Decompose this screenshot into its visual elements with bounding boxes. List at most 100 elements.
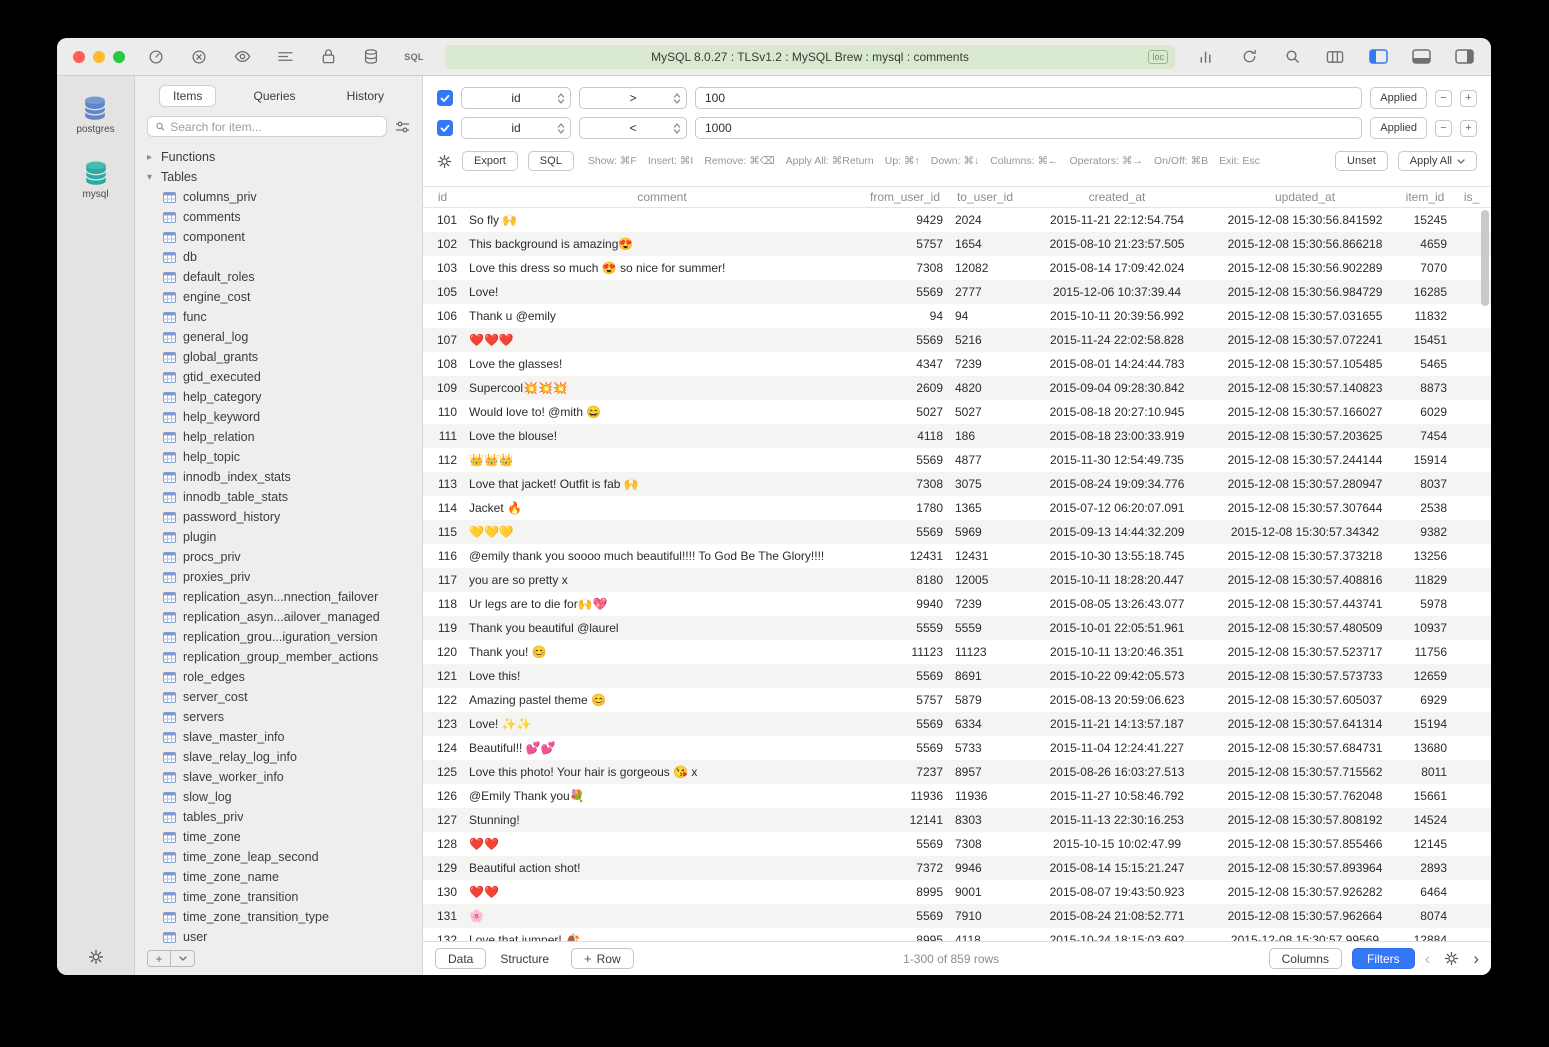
cell-id[interactable]: 121 [423, 664, 462, 688]
add-row-button[interactable]: +Row [571, 948, 634, 969]
table-row[interactable]: 113Love that jacket! Outfit is fab 🙌7308… [423, 472, 1491, 496]
cell-from_user_id[interactable]: 5569 [862, 280, 948, 304]
filter-settings-gear-icon[interactable] [437, 154, 452, 169]
cell-updated_at[interactable]: 2015-12-08 15:30:56.902289 [1212, 256, 1398, 280]
cell-comment[interactable]: Love! ✨✨ [462, 712, 862, 736]
tab-items[interactable]: Items [159, 85, 216, 107]
filter-column-select[interactable]: id [461, 117, 571, 139]
cell-to_user_id[interactable]: 5733 [948, 736, 1022, 760]
table-row[interactable]: 118Ur legs are to die for🙌💖994072392015-… [423, 592, 1491, 616]
sidebar-table-item[interactable]: help_category [135, 387, 422, 407]
cell-id[interactable]: 130 [423, 880, 462, 904]
cell-updated_at[interactable]: 2015-12-08 15:30:57.031655 [1212, 304, 1398, 328]
cell-created_at[interactable]: 2015-10-11 13:20:46.351 [1022, 640, 1212, 664]
cell-updated_at[interactable]: 2015-12-08 15:30:56.866218 [1212, 232, 1398, 256]
cell-comment[interactable]: Would love to! @mith 😄 [462, 400, 862, 424]
cell-to_user_id[interactable]: 2777 [948, 280, 1022, 304]
cell-updated_at[interactable]: 2015-12-08 15:30:57.166027 [1212, 400, 1398, 424]
cell-from_user_id[interactable]: 12431 [862, 544, 948, 568]
cell-item_id[interactable]: 12145 [1398, 832, 1452, 856]
cell-from_user_id[interactable]: 5027 [862, 400, 948, 424]
table-row[interactable]: 117you are so pretty x8180120052015-10-1… [423, 568, 1491, 592]
cell-from_user_id[interactable]: 5569 [862, 832, 948, 856]
sidebar-table-item[interactable]: time_zone_transition_type [135, 907, 422, 927]
cell-created_at[interactable]: 2015-08-14 17:09:42.024 [1022, 256, 1212, 280]
cell-to_user_id[interactable]: 5027 [948, 400, 1022, 424]
sidebar-table-item[interactable]: columns_priv [135, 187, 422, 207]
sidebar-table-item[interactable]: component [135, 227, 422, 247]
cell-updated_at[interactable]: 2015-12-08 15:30:57.99569 [1212, 928, 1398, 941]
cell-from_user_id[interactable]: 5569 [862, 712, 948, 736]
cell-from_user_id[interactable]: 5569 [862, 520, 948, 544]
table-row[interactable]: 130❤️❤️899590012015-08-07 19:43:50.92320… [423, 880, 1491, 904]
table-row[interactable]: 109Supercool💥💥💥260948202015-09-04 09:28:… [423, 376, 1491, 400]
cell-id[interactable]: 111 [423, 424, 462, 448]
cell-created_at[interactable]: 2015-10-24 18:15:03.692 [1022, 928, 1212, 941]
cell-comment[interactable]: @Emily Thank you💐 [462, 784, 862, 808]
cell-item_id[interactable]: 14524 [1398, 808, 1452, 832]
cell-created_at[interactable]: 2015-11-13 22:30:16.253 [1022, 808, 1212, 832]
cell-created_at[interactable]: 2015-10-11 18:28:20.447 [1022, 568, 1212, 592]
cell-updated_at[interactable]: 2015-12-08 15:30:57.280947 [1212, 472, 1398, 496]
export-button[interactable]: Export [462, 151, 518, 171]
sidebar-table-item[interactable]: engine_cost [135, 287, 422, 307]
scrollbar-thumb[interactable] [1481, 210, 1489, 306]
cell-item_id[interactable]: 15194 [1398, 712, 1452, 736]
cell-from_user_id[interactable]: 8995 [862, 928, 948, 941]
cell-created_at[interactable]: 2015-10-30 13:55:18.745 [1022, 544, 1212, 568]
cell-created_at[interactable]: 2015-08-18 23:00:33.919 [1022, 424, 1212, 448]
cell-item_id[interactable]: 15245 [1398, 208, 1452, 232]
cell-id[interactable]: 125 [423, 760, 462, 784]
sidebar-table-item[interactable]: innodb_table_stats [135, 487, 422, 507]
connections-settings-icon[interactable] [88, 949, 104, 965]
cell-comment[interactable]: Stunning! [462, 808, 862, 832]
filter-operator-select[interactable]: < [579, 117, 687, 139]
cell-from_user_id[interactable]: 5757 [862, 688, 948, 712]
cell-id[interactable]: 123 [423, 712, 462, 736]
table-row[interactable]: 107❤️❤️❤️556952162015-11-24 22:02:58.828… [423, 328, 1491, 352]
connection-mysql[interactable]: mysql [82, 159, 110, 200]
cell-created_at[interactable]: 2015-08-10 21:23:57.505 [1022, 232, 1212, 256]
table-row[interactable]: 126@Emily Thank you💐11936119362015-11-27… [423, 784, 1491, 808]
sidebar-table-item[interactable]: time_zone [135, 827, 422, 847]
cell-created_at[interactable]: 2015-10-01 22:05:51.961 [1022, 616, 1212, 640]
filter-operator-select[interactable]: > [579, 87, 687, 109]
cell-comment[interactable]: Love the blouse! [462, 424, 862, 448]
column-header-created_at[interactable]: created_at [1022, 187, 1212, 207]
sql-button[interactable]: SQL [528, 151, 574, 171]
table-row[interactable]: 120Thank you! 😊11123111232015-10-11 13:2… [423, 640, 1491, 664]
cell-item_id[interactable]: 2893 [1398, 856, 1452, 880]
table-row[interactable]: 127Stunning!1214183032015-11-13 22:30:16… [423, 808, 1491, 832]
column-header-updated_at[interactable]: updated_at [1212, 187, 1398, 207]
table-row[interactable]: 108Love the glasses!434772392015-08-01 1… [423, 352, 1491, 376]
cell-id[interactable]: 116 [423, 544, 462, 568]
cell-created_at[interactable]: 2015-08-18 20:27:10.945 [1022, 400, 1212, 424]
cell-from_user_id[interactable]: 7308 [862, 256, 948, 280]
table-row[interactable]: 105Love!556927772015-12-06 10:37:39.4420… [423, 280, 1491, 304]
cell-from_user_id[interactable]: 7237 [862, 760, 948, 784]
sidebar-table-item[interactable]: replication_asyn...ailover_managed [135, 607, 422, 627]
cell-from_user_id[interactable]: 94 [862, 304, 948, 328]
sidebar-table-item[interactable]: gtid_executed [135, 367, 422, 387]
minimize-window-button[interactable] [93, 51, 105, 63]
cell-from_user_id[interactable]: 5559 [862, 616, 948, 640]
table-row[interactable]: 128❤️❤️556973082015-10-15 10:02:47.99201… [423, 832, 1491, 856]
cell-comment[interactable]: ❤️❤️❤️ [462, 328, 862, 352]
cell-from_user_id[interactable]: 11123 [862, 640, 948, 664]
cell-from_user_id[interactable]: 5569 [862, 736, 948, 760]
sidebar-table-item[interactable]: slave_relay_log_info [135, 747, 422, 767]
item-search[interactable] [147, 116, 387, 137]
column-header-comment[interactable]: comment [462, 187, 862, 207]
cell-comment[interactable]: Love that jumper! 🍂 [462, 928, 862, 941]
tab-history[interactable]: History [333, 85, 398, 107]
sidebar-table-item[interactable]: time_zone_transition [135, 887, 422, 907]
cell-comment[interactable]: Jacket 🔥 [462, 496, 862, 520]
cell-id[interactable]: 108 [423, 352, 462, 376]
cell-id[interactable]: 102 [423, 232, 462, 256]
cell-comment[interactable]: Amazing pastel theme 😊 [462, 688, 862, 712]
cell-comment[interactable]: @emily thank you soooo much beautiful!!!… [462, 544, 862, 568]
next-page-icon[interactable]: › [1473, 950, 1479, 967]
cell-created_at[interactable]: 2015-11-27 10:58:46.792 [1022, 784, 1212, 808]
cell-comment[interactable]: Love the glasses! [462, 352, 862, 376]
cell-created_at[interactable]: 2015-10-15 10:02:47.99 [1022, 832, 1212, 856]
